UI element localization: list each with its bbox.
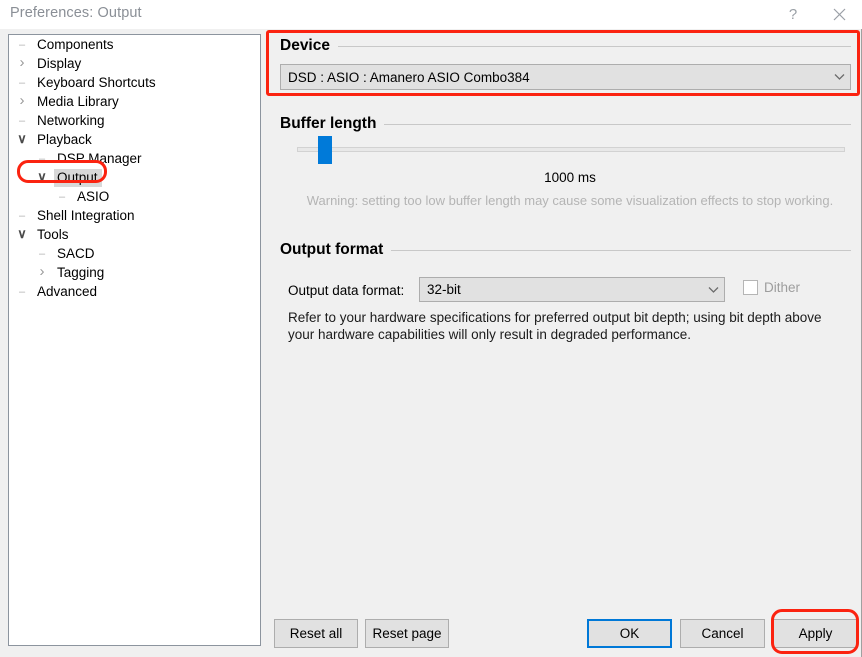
tree-branch-line [35, 153, 49, 165]
device-group-title: Device [280, 37, 330, 54]
buffer-slider-area: 1000 ms Warning: setting too low buffer … [280, 117, 851, 217]
sidebar-item-label: Tagging [57, 264, 105, 280]
sidebar-item-label: DSP Manager [57, 150, 142, 166]
ok-button[interactable]: OK [587, 619, 672, 648]
sidebar-item-label: Output [54, 168, 102, 187]
tree-branch-line [15, 210, 29, 222]
sidebar-item-shell-integration[interactable]: Shell Integration [9, 206, 260, 225]
chevron-right-icon[interactable] [15, 56, 29, 71]
help-button[interactable]: ? [770, 0, 816, 28]
sidebar-item-label: Display [37, 55, 82, 71]
sidebar-item-tagging[interactable]: Tagging [9, 263, 260, 282]
sidebar-item-label: Advanced [37, 283, 98, 299]
output-data-format-select[interactable]: 32-bit [419, 277, 725, 302]
chevron-down-icon[interactable] [15, 132, 29, 147]
sidebar-item-output[interactable]: Output [9, 168, 260, 187]
cancel-button[interactable]: Cancel [680, 619, 765, 648]
sidebar-item-media-library[interactable]: Media Library [9, 92, 260, 111]
device-select[interactable]: DSD : ASIO : Amanero ASIO Combo384 [280, 64, 851, 90]
settings-content: Device DSD : ASIO : Amanero ASIO Combo38… [272, 29, 858, 657]
chevron-down-icon [828, 71, 850, 83]
tree-branch-line [15, 286, 29, 298]
format-controls: Output data format: 32-bit Dither Refer … [280, 241, 851, 361]
buffer-slider-thumb[interactable] [318, 136, 333, 164]
output-data-format-label: Output data format: [288, 283, 405, 298]
question-mark-icon: ? [788, 5, 798, 23]
close-button[interactable] [816, 0, 862, 28]
tree-branch-line [15, 77, 29, 89]
tree-branch-line [15, 39, 29, 51]
sidebar-item-label: Shell Integration [37, 207, 135, 223]
sidebar-item-sacd[interactable]: SACD [9, 244, 260, 263]
sidebar-item-label: Components [37, 36, 114, 52]
dialog-body: Components Display Keyboard Shortcuts Media… [0, 29, 862, 657]
tree-branch-line [35, 248, 49, 260]
sidebar-item-label: SACD [57, 245, 95, 261]
reset-all-button[interactable]: Reset all [274, 619, 358, 648]
close-icon [833, 8, 845, 20]
buffer-slider-track[interactable] [297, 147, 845, 152]
sidebar-item-label: Tools [37, 226, 69, 242]
sidebar-item-keyboard-shortcuts[interactable]: Keyboard Shortcuts [9, 73, 260, 92]
title-bar: Preferences: Output ? [0, 0, 862, 30]
sidebar-item-label: Networking [37, 112, 105, 128]
reset-page-button[interactable]: Reset page [365, 619, 449, 648]
sidebar-item-dsp-manager[interactable]: DSP Manager [9, 149, 260, 168]
sidebar-item-advanced[interactable]: Advanced [9, 282, 260, 301]
checkbox-box-icon [743, 280, 758, 295]
sidebar-item-label: Keyboard Shortcuts [37, 74, 156, 90]
dither-checkbox[interactable]: Dither [743, 280, 800, 295]
sidebar-item-display[interactable]: Display [9, 54, 260, 73]
output-data-format-value: 32-bit [427, 282, 461, 297]
tree-branch-line [55, 191, 69, 203]
sidebar-item-label: Playback [37, 131, 92, 147]
apply-button[interactable]: Apply [773, 619, 858, 648]
sidebar-item-asio[interactable]: ASIO [9, 187, 260, 206]
sidebar-item-label: Media Library [37, 93, 119, 109]
sidebar-item-tools[interactable]: Tools [9, 225, 260, 244]
device-group-header: Device [280, 37, 851, 55]
tree-branch-line [15, 115, 29, 127]
dither-label: Dither [764, 280, 801, 295]
buffer-value-label: 1000 ms [544, 170, 596, 185]
sidebar-item-networking[interactable]: Networking [9, 111, 260, 130]
chevron-right-icon[interactable] [35, 265, 49, 280]
chevron-down-icon [702, 284, 724, 296]
chevron-down-icon[interactable] [15, 227, 29, 242]
sidebar-item-label: ASIO [77, 188, 110, 204]
output-format-note: Refer to your hardware specifications fo… [288, 310, 822, 342]
group-divider [337, 45, 851, 47]
chevron-right-icon[interactable] [15, 94, 29, 109]
chevron-down-icon[interactable] [35, 170, 49, 185]
buffer-warning-text: Warning: setting too low buffer length m… [306, 193, 834, 208]
sidebar-item-components[interactable]: Components [9, 35, 260, 54]
window-title: Preferences: Output [10, 5, 142, 21]
sidebar-item-playback[interactable]: Playback [9, 130, 260, 149]
device-select-value: DSD : ASIO : Amanero ASIO Combo384 [288, 69, 530, 85]
preferences-tree[interactable]: Components Display Keyboard Shortcuts Media… [8, 34, 261, 646]
